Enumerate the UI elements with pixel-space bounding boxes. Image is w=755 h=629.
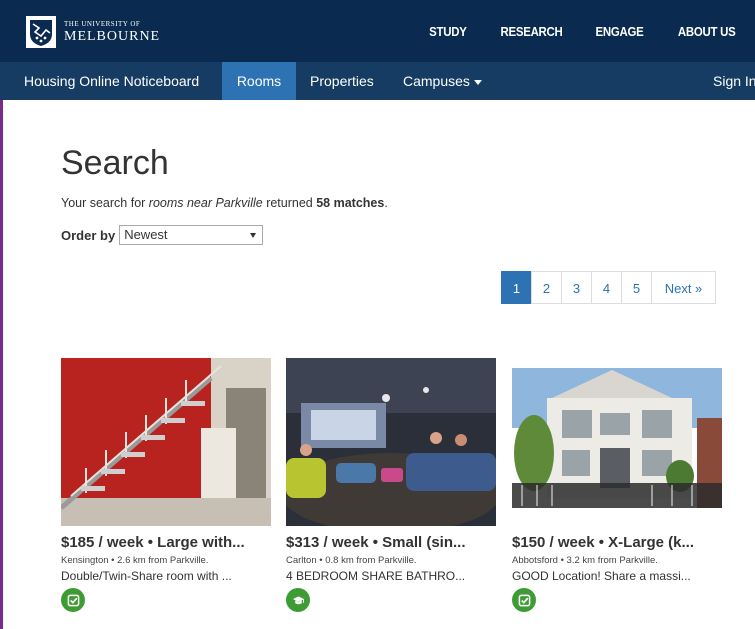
search-summary: Your search for rooms near Parkville ret… bbox=[61, 196, 388, 210]
listing-badge bbox=[512, 588, 536, 612]
secondary-nav: Housing Online Noticeboard Rooms Propert… bbox=[0, 62, 755, 100]
tab-rooms[interactable]: Rooms bbox=[222, 62, 296, 100]
listing-location: Kensington • 2.6 km from Parkville. bbox=[61, 555, 209, 566]
listing-badge bbox=[286, 588, 310, 612]
tab-campuses-label: Campuses bbox=[403, 73, 470, 89]
logo-small-text: THE UNIVERSITY OF bbox=[64, 19, 141, 28]
page-4-button[interactable]: 4 bbox=[591, 271, 622, 304]
checkbox-icon bbox=[518, 594, 530, 606]
logo-big-text: MELBOURNE bbox=[64, 28, 161, 44]
listing-card[interactable]: $185 / week • Large with... Kensington •… bbox=[61, 358, 273, 612]
logo-wordmark: THE UNIVERSITY OF MELBOURNE bbox=[64, 19, 161, 44]
main-nav: STUDY RESEARCH ENGAGE ABOUT US bbox=[398, 0, 735, 62]
listing-price[interactable]: $185 / week • Large with... bbox=[61, 534, 273, 551]
listing-description: Double/Twin-Share room with ... bbox=[61, 569, 232, 583]
order-by-value: Newest bbox=[124, 227, 168, 242]
select-arrow-icon bbox=[250, 233, 257, 238]
page-5-button[interactable]: 5 bbox=[621, 271, 652, 304]
sign-in-link[interactable]: Sign In bbox=[713, 62, 755, 100]
page-1-button[interactable]: 1 bbox=[501, 271, 532, 304]
student-lounge-photo[interactable] bbox=[286, 358, 496, 526]
nav-study[interactable]: STUDY bbox=[429, 24, 467, 39]
page-title: Search bbox=[61, 144, 169, 182]
tab-campuses[interactable]: Campuses bbox=[403, 62, 482, 100]
nav-research[interactable]: RESEARCH bbox=[501, 24, 563, 39]
tab-properties[interactable]: Properties bbox=[310, 62, 374, 100]
summary-query: rooms near Parkville bbox=[148, 196, 263, 210]
house-exterior-photo[interactable] bbox=[512, 358, 722, 526]
listing-description: 4 BEDROOM SHARE BATHRO... bbox=[286, 569, 466, 583]
page-3-button[interactable]: 3 bbox=[561, 271, 592, 304]
listing-badge bbox=[61, 588, 85, 612]
listing-price[interactable]: $313 / week • Small (sin... bbox=[286, 534, 498, 551]
pagination: 1 2 3 4 5 Next » bbox=[501, 271, 716, 304]
listing-description: GOOD Location! Share a massi... bbox=[512, 569, 691, 583]
staircase-interior-photo[interactable] bbox=[61, 358, 271, 526]
order-control: Order by Newest bbox=[61, 225, 264, 245]
summary-middle: returned bbox=[262, 196, 317, 210]
nav-about-us[interactable]: ABOUT US bbox=[677, 24, 735, 39]
nav-engage[interactable]: ENGAGE bbox=[595, 24, 643, 39]
page-2-button[interactable]: 2 bbox=[531, 271, 562, 304]
listing-location: Abbotsford • 3.2 km from Parkville. bbox=[512, 555, 658, 566]
listing-location: Carlton • 0.8 km from Parkville. bbox=[286, 555, 417, 566]
order-by-select[interactable]: Newest bbox=[119, 225, 264, 245]
listing-card[interactable]: $150 / week • X-Large (k... Abbotsford •… bbox=[512, 358, 724, 612]
order-by-label: Order by bbox=[61, 227, 116, 243]
noticeboard-brand-link[interactable]: Housing Online Noticeboard bbox=[24, 62, 199, 100]
next-page-button[interactable]: Next » bbox=[651, 271, 716, 304]
summary-suffix: . bbox=[384, 196, 388, 210]
caret-down-icon bbox=[473, 79, 482, 85]
listing-card[interactable]: $313 / week • Small (sin... Carlton • 0.… bbox=[286, 358, 498, 612]
listing-price[interactable]: $150 / week • X-Large (k... bbox=[512, 534, 724, 551]
crest-icon bbox=[26, 16, 56, 48]
graduation-cap-icon bbox=[292, 595, 304, 604]
summary-count: 58 matches bbox=[316, 196, 385, 210]
summary-prefix: Your search for bbox=[61, 196, 149, 210]
university-logo[interactable]: THE UNIVERSITY OF MELBOURNE bbox=[26, 14, 160, 50]
checkbox-icon bbox=[67, 594, 79, 606]
top-header: THE UNIVERSITY OF MELBOURNE STUDY RESEAR… bbox=[0, 0, 755, 62]
